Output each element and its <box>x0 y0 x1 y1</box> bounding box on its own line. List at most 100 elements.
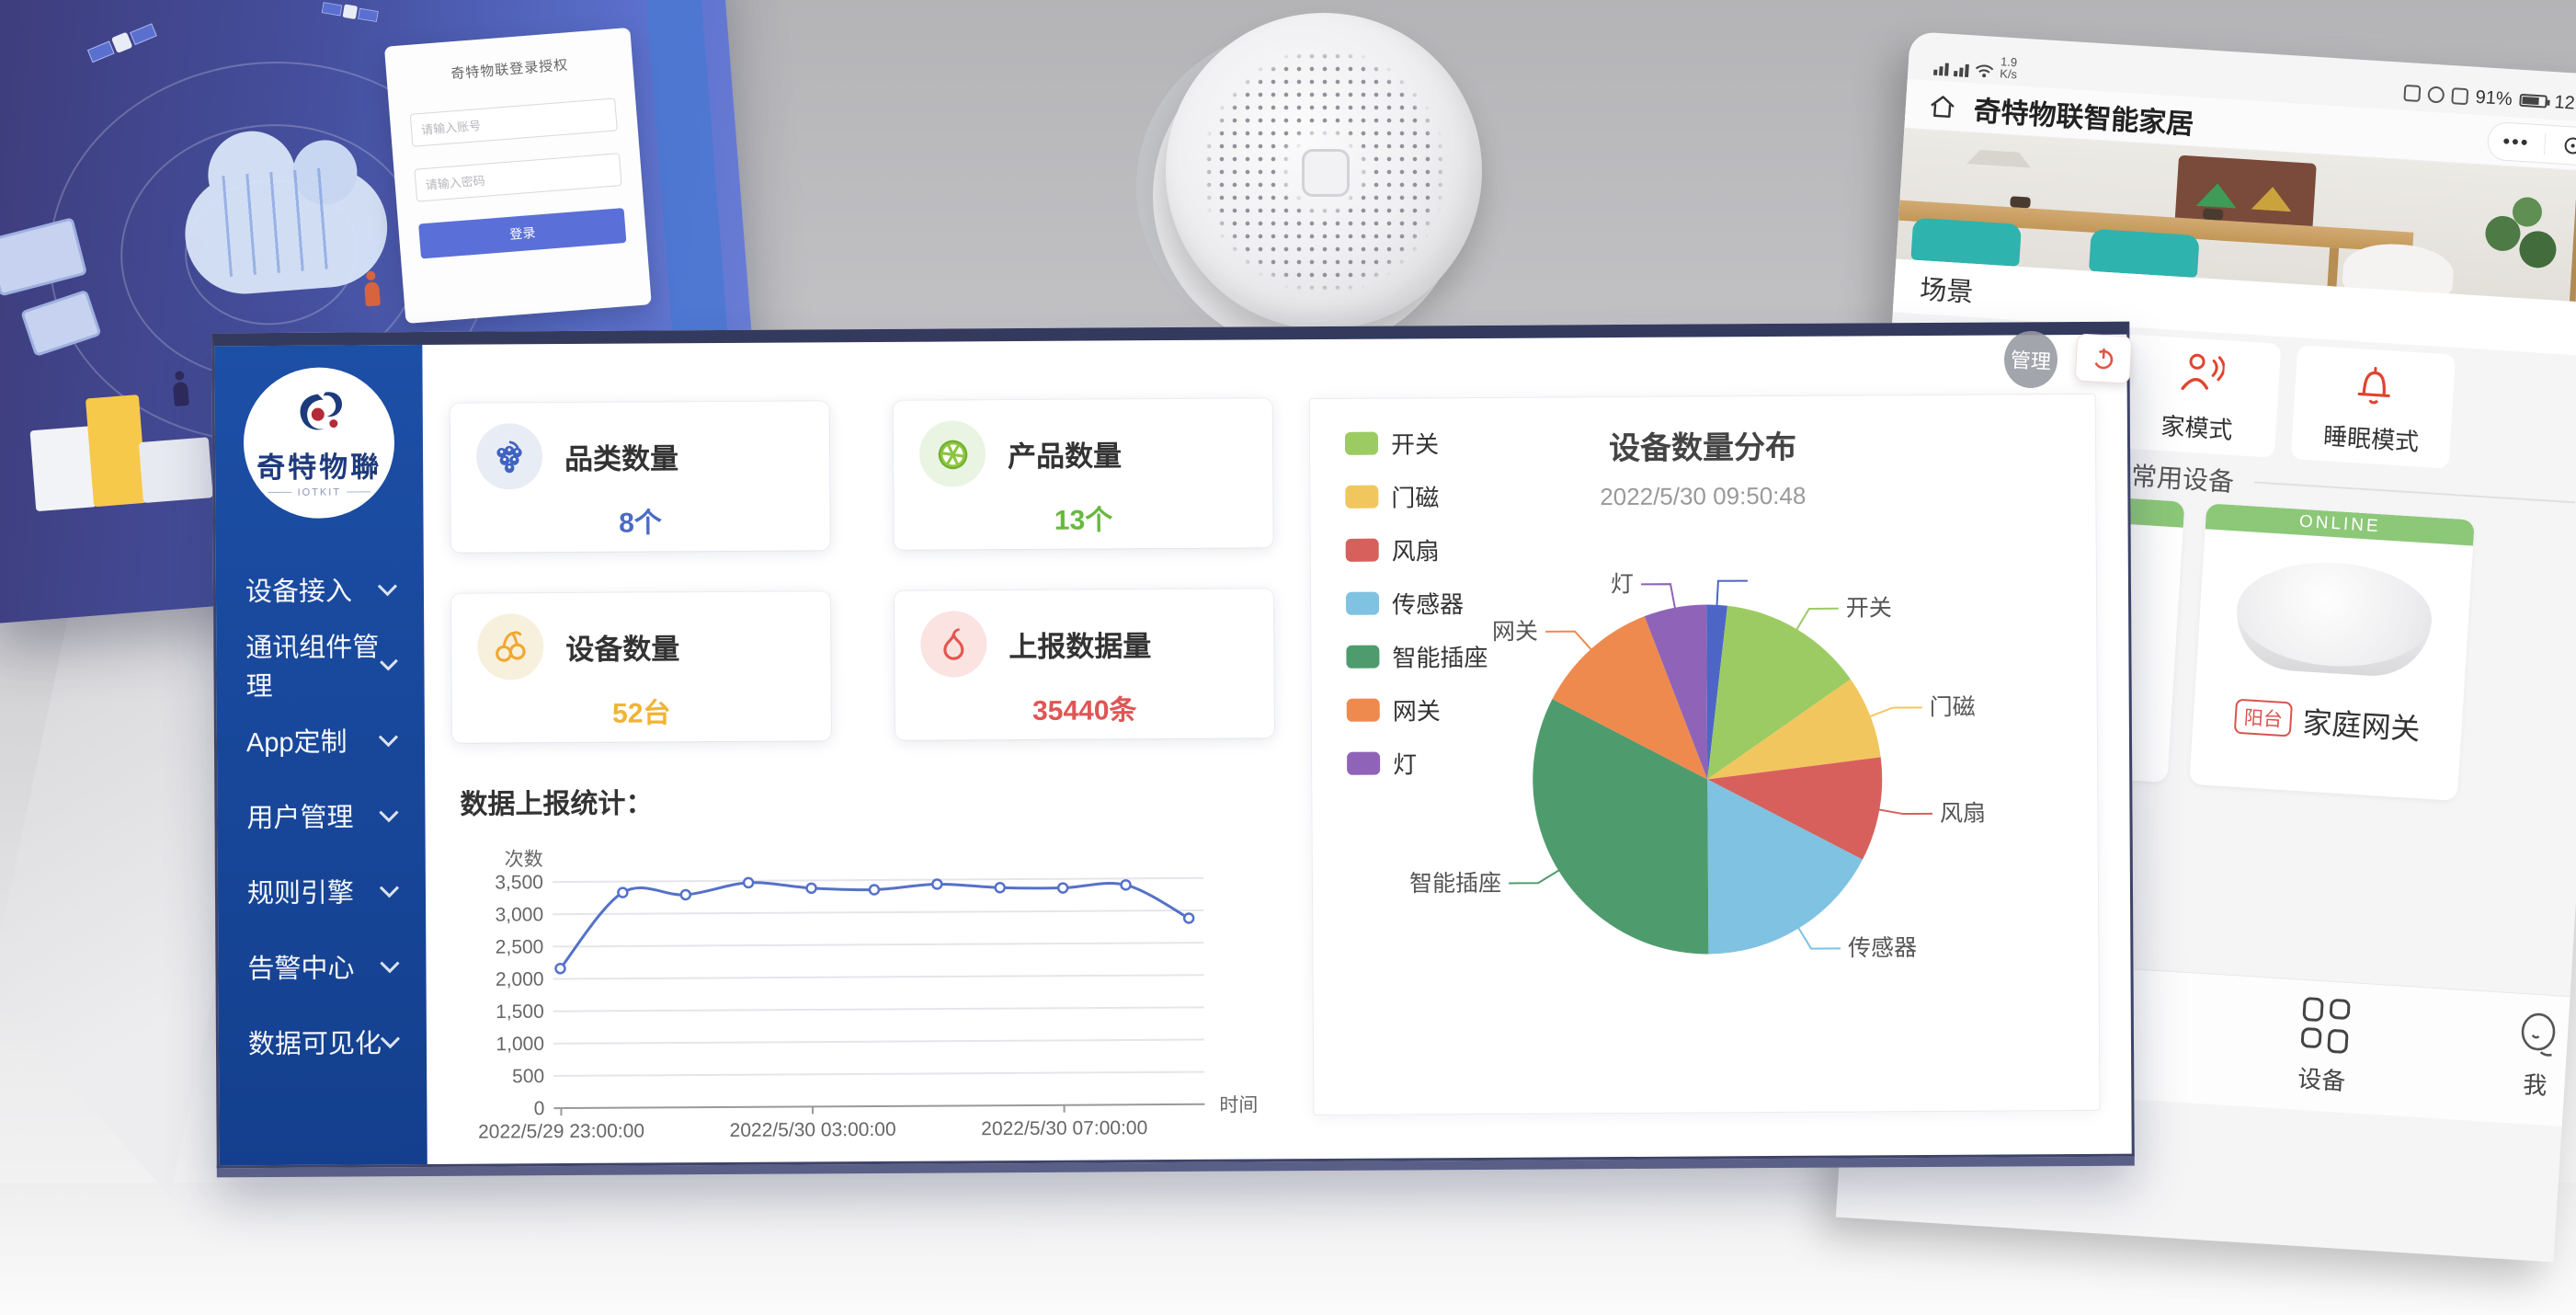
alarm-icon <box>2427 86 2445 103</box>
stat-card-devices: 设备数量 52台 <box>451 591 831 743</box>
svg-text:1,000: 1,000 <box>496 1034 544 1055</box>
chevron-down-icon <box>380 954 399 973</box>
stat-card-products: 产品数量 13个 <box>894 398 1273 550</box>
teal-chair-illustration <box>2089 229 2200 278</box>
tab-label: 设备 <box>2297 1060 2346 1097</box>
device-card-gateway[interactable]: ONLINE 阳台 家庭网关 <box>2189 503 2475 801</box>
svg-text:开关: 开关 <box>1846 595 1892 621</box>
lamp-illustration <box>1966 132 2033 167</box>
dashboard-content: 品类数量 8个 产品数量 <box>422 335 2131 1164</box>
scene-card-label: 睡眠模式 <box>2322 417 2420 457</box>
scene-card-sleep[interactable]: 睡眠模式 <box>2291 345 2456 469</box>
login-form: 奇特物联登录授权 登录 <box>384 28 652 324</box>
stat-value: 13个 <box>919 497 1247 539</box>
smart-speaker-photo <box>1160 6 1484 348</box>
brand-swirl-icon <box>291 388 348 441</box>
chevron-down-icon <box>379 803 398 822</box>
svg-text:灯: 灯 <box>1611 571 1634 597</box>
svg-text:0: 0 <box>534 1098 545 1119</box>
login-button[interactable]: 登录 <box>418 208 626 258</box>
miniprogram-capsule: ••• <box>2487 120 2576 166</box>
sidebar-item-alert-center[interactable]: 告警中心 <box>218 928 426 1004</box>
legend-swatch <box>1345 432 1378 455</box>
bell-icon <box>2349 358 2399 408</box>
tab-label: 我 <box>2522 1066 2548 1102</box>
svg-text:1,500: 1,500 <box>496 1001 544 1023</box>
svg-text:2022/5/30 07:00:00: 2022/5/30 07:00:00 <box>981 1117 1147 1139</box>
nfc-icon <box>2403 85 2421 102</box>
legend-item[interactable]: 开关 <box>1345 426 1487 461</box>
net-unit: K/s <box>2000 66 2018 81</box>
svg-text:时间: 时间 <box>1219 1094 1258 1115</box>
clock-time: 12:08 <box>2554 92 2576 116</box>
stat-cards: 品类数量 8个 产品数量 <box>450 398 1280 742</box>
pear-icon <box>920 611 986 677</box>
svg-text:500: 500 <box>512 1066 544 1087</box>
power-icon <box>2091 346 2115 371</box>
svg-text:次数: 次数 <box>505 849 543 870</box>
device-name: 家庭网关 <box>2301 699 2422 749</box>
satellite-icon <box>322 1 379 23</box>
home-icon[interactable] <box>1927 91 1958 120</box>
stat-card-categories: 品类数量 8个 <box>450 401 830 553</box>
report-line-chart: 05001,0001,5002,0002,5003,0003,5002022/5… <box>453 837 1264 1154</box>
more-icon[interactable]: ••• <box>2488 131 2545 153</box>
room-tag: 阳台 <box>2234 699 2293 738</box>
chevron-right-icon: › <box>2572 310 2576 348</box>
device-pie-chart: 开关门磁风扇传感器智能插座网关灯 <box>1310 464 2103 1113</box>
close-capsule-icon[interactable] <box>2545 135 2576 155</box>
building-illustration <box>139 437 213 503</box>
chevron-down-icon <box>379 727 398 747</box>
wifi-icon <box>1974 61 1995 78</box>
iot-dashboard: 奇特物聯 IOTKIT 设备接入 通讯组件管理 App定制 用户管理 规则引擎 … <box>211 322 2135 1169</box>
battery-icon <box>2519 94 2548 109</box>
svg-text:2022/5/30 03:00:00: 2022/5/30 03:00:00 <box>730 1119 896 1141</box>
stat-title: 产品数量 <box>1008 432 1122 475</box>
sidebar-item-user-management[interactable]: 用户管理 <box>217 777 425 853</box>
password-field[interactable] <box>414 153 621 201</box>
account-field[interactable] <box>410 97 618 146</box>
satellite-icon <box>86 21 157 63</box>
svg-text:2,000: 2,000 <box>496 969 544 990</box>
building-illustration <box>29 426 97 511</box>
report-section-label: 数据上报统计： <box>460 776 1280 821</box>
brand-name: 奇特物聯 <box>256 443 382 486</box>
stat-value: 35440条 <box>921 687 1248 729</box>
login-title: 奇特物联登录授权 <box>406 51 613 87</box>
chevron-down-icon <box>380 878 399 898</box>
svg-text:智能插座: 智能插座 <box>1409 871 1501 898</box>
svg-text:2,500: 2,500 <box>496 936 544 957</box>
sidebar-item-device-access[interactable]: 设备接入 <box>216 551 424 627</box>
speaker-logo <box>1302 149 1350 197</box>
devices-header-label: 常用设备 <box>2130 456 2235 499</box>
person-icon <box>2513 1010 2563 1058</box>
circuit-lines-decoration <box>222 167 339 277</box>
sidebar-item-comm-components[interactable]: 通讯组件管理 <box>216 626 424 703</box>
citrus-icon <box>919 420 986 486</box>
scene-section-label: 场景 <box>1919 268 1975 310</box>
sidebar-item-app-custom[interactable]: App定制 <box>217 702 425 778</box>
chevron-down-icon <box>378 577 397 596</box>
legend-label: 开关 <box>1391 426 1439 460</box>
grid-icon <box>2300 997 2351 1054</box>
phone-app-title: 奇特物联智能家居 <box>1973 87 2195 142</box>
power-button[interactable] <box>2075 333 2133 383</box>
sidebar-item-rule-engine[interactable]: 规则引擎 <box>218 852 426 929</box>
stat-title: 上报数据量 <box>1009 623 1151 665</box>
composite-scene: 奇特物联登录授权 登录 1.9 K/s <box>0 0 2576 1315</box>
stat-value: 52台 <box>478 689 805 731</box>
person-wave-icon <box>2175 347 2226 397</box>
sidebar-item-data-visualization[interactable]: 数据可见化 <box>219 1003 427 1080</box>
gateway-device-image <box>2233 557 2435 691</box>
sidebar: 奇特物聯 IOTKIT 设备接入 通讯组件管理 App定制 用户管理 规则引擎 … <box>214 345 427 1165</box>
teal-chair-illustration <box>1910 218 2022 267</box>
tab-devices[interactable]: 设备 <box>2247 993 2399 1100</box>
stat-value: 8个 <box>476 498 804 541</box>
brand-subtitle: IOTKIT <box>298 486 342 497</box>
building-illustration <box>85 394 147 507</box>
tab-me[interactable]: 我 <box>2479 1008 2576 1103</box>
person-illustration <box>364 281 381 306</box>
pie-chart-card: 设备数量分布 2022/5/30 09:50:48 开关门磁风扇传感器智能插座网… <box>1309 394 2101 1115</box>
person-illustration <box>173 382 189 406</box>
scene-card-home[interactable]: 家模式 <box>2116 334 2281 458</box>
